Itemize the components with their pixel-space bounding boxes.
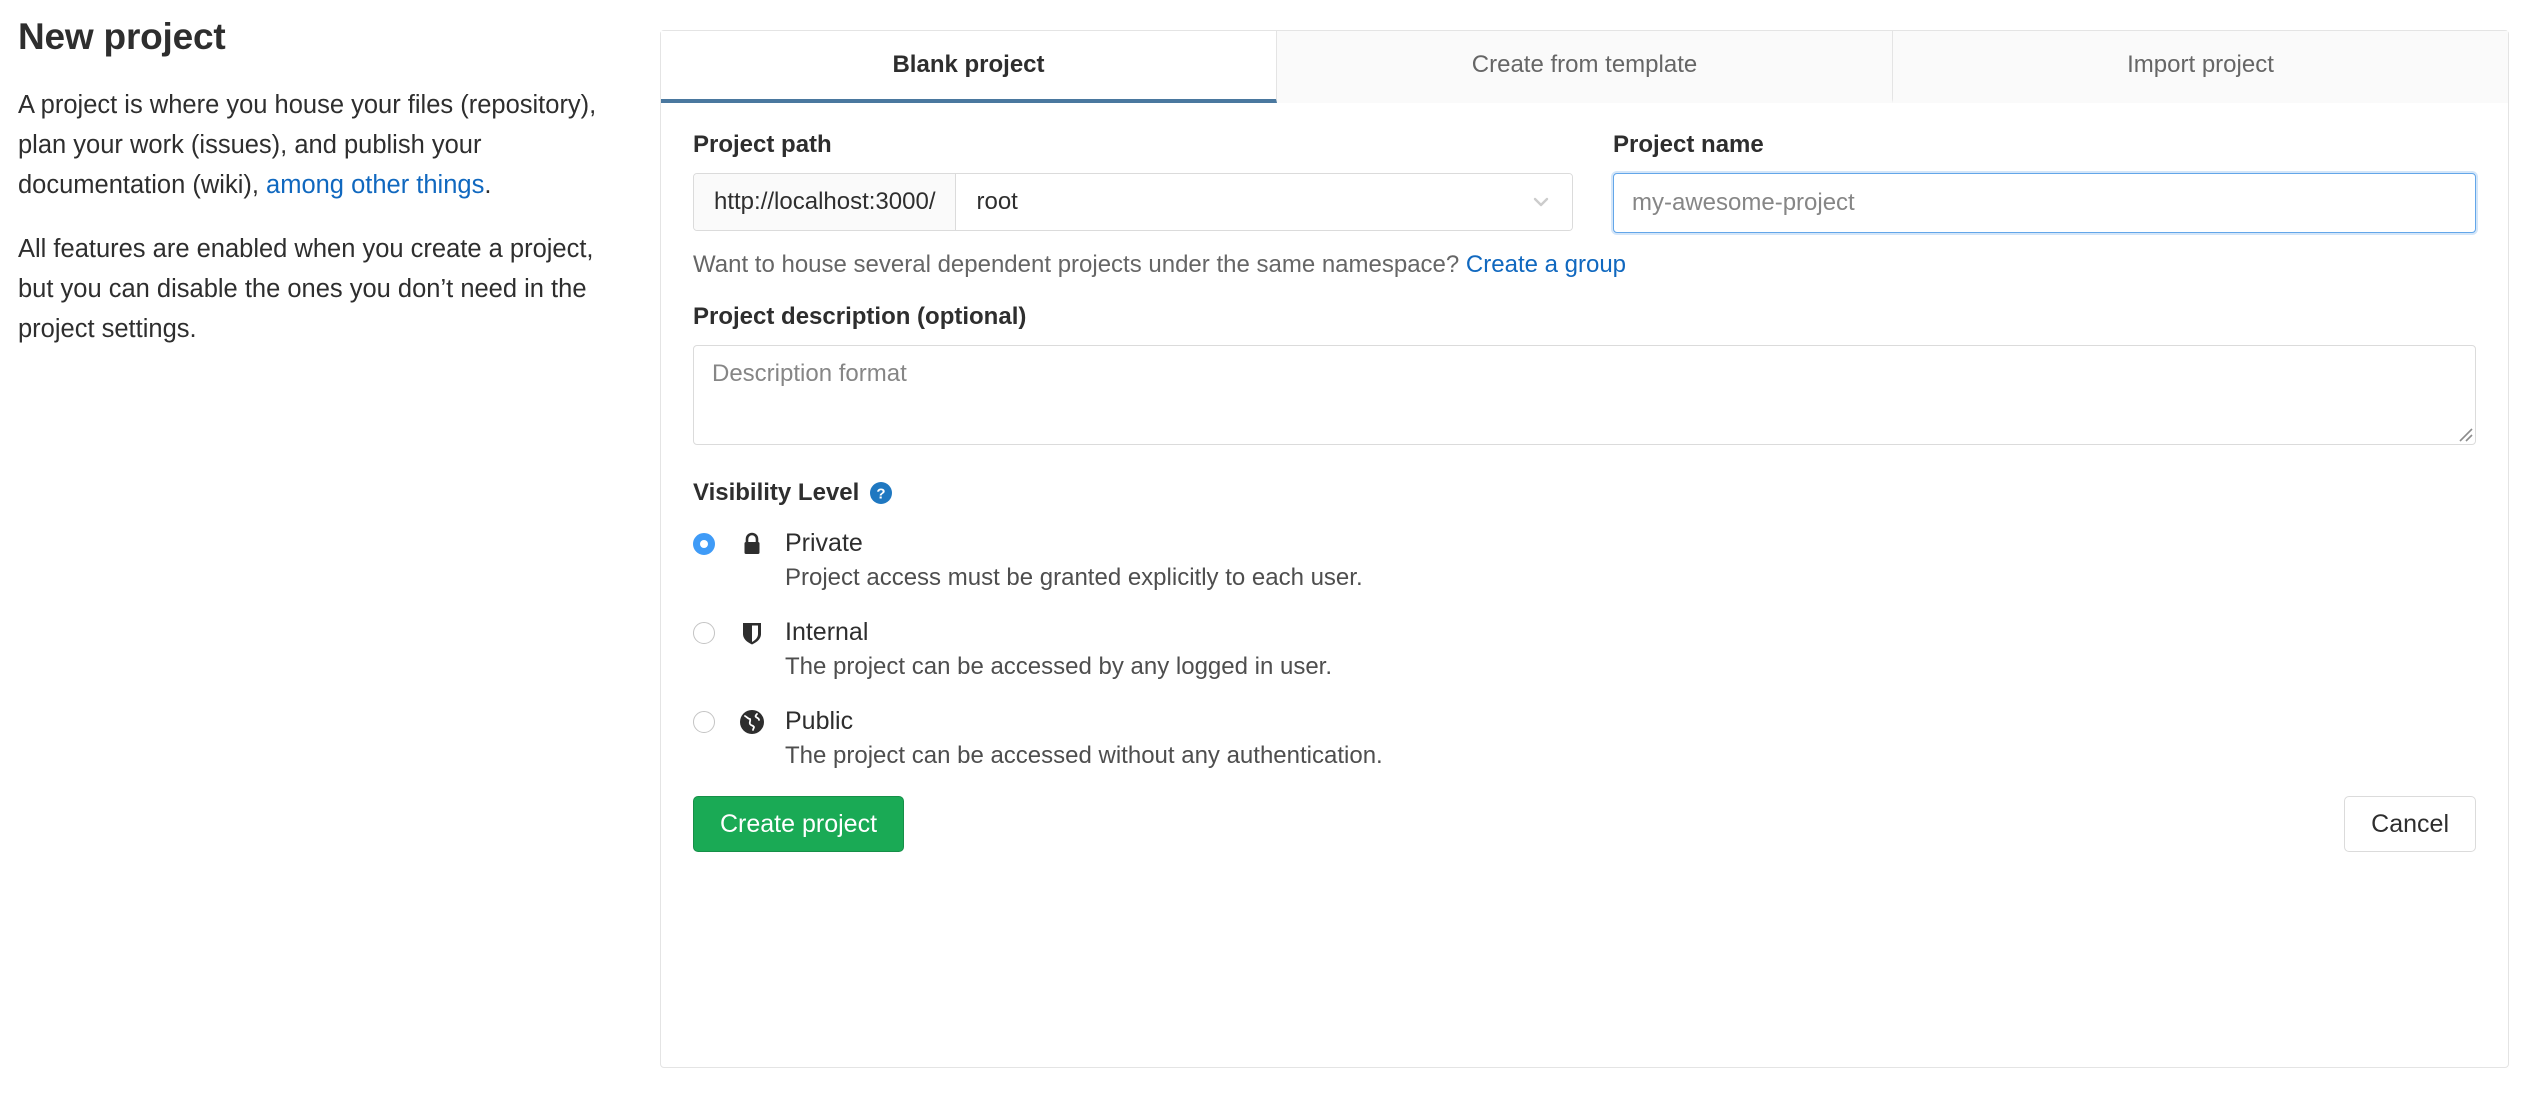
tab-blank-project[interactable]: Blank project [661, 31, 1277, 103]
project-description-label: Project description (optional) [693, 303, 1027, 330]
globe-icon [739, 709, 765, 735]
visibility-option-public-head: Public [693, 707, 2476, 736]
visibility-option-internal-head: Internal [693, 618, 2476, 647]
new-project-page: New project A project is where you house… [0, 0, 2532, 1106]
create-project-button[interactable]: Create project [693, 796, 905, 852]
svg-text:?: ? [877, 486, 886, 503]
project-name-label: Project name [1613, 131, 1764, 158]
intro-paragraph-1-period: . [484, 171, 492, 200]
among-other-things-link[interactable]: among other things [266, 171, 484, 199]
namespace-select[interactable]: root [956, 174, 1572, 230]
project-description-area [693, 345, 2476, 445]
new-project-panel: Blank project Create from template Impor… [660, 30, 2509, 1068]
visibility-option-private-name: Private [785, 529, 863, 557]
shield-icon [739, 620, 765, 646]
intro-paragraph-1: A project is where you house your files … [18, 85, 618, 205]
project-name-input[interactable] [1613, 173, 2476, 233]
project-name-group: Project name [1613, 131, 2476, 233]
visibility-option-private-description: Project access must be granted explicitl… [785, 564, 1363, 591]
intro-paragraph-2: All features are enabled when you create… [18, 235, 594, 344]
visibility-option-public-description: The project can be accessed without any … [785, 742, 1383, 769]
project-path-control: http://localhost:3000/ root [693, 173, 1573, 231]
page-title: New project [18, 16, 226, 57]
project-path-group: Project path http://localhost:3000/ root [693, 131, 1573, 233]
project-description-textarea[interactable] [693, 345, 2476, 445]
radio-private[interactable] [693, 532, 715, 555]
visibility-option-internal-description: The project can be accessed by any logge… [785, 653, 1333, 680]
visibility-option-internal-name: Internal [785, 618, 869, 646]
visibility-option-public[interactable]: Public The project can be accessed witho… [693, 707, 2476, 770]
visibility-option-public-name: Public [785, 707, 854, 735]
visibility-option-internal[interactable]: Internal The project can be accessed by … [693, 618, 2476, 681]
create-a-group-link[interactable]: Create a group [1466, 251, 1626, 278]
project-path-prefix: http://localhost:3000/ [694, 174, 957, 230]
intro-column: New project A project is where you house… [18, 14, 618, 373]
form-actions: Create project Cancel [693, 796, 2476, 852]
namespace-hint-text: Want to house several dependent projects… [693, 251, 1466, 278]
visibility-level-label: Visibility Level [693, 479, 860, 506]
tab-import-project[interactable]: Import project [1893, 31, 2508, 103]
path-and-name-row: Project path http://localhost:3000/ root [693, 131, 2476, 233]
namespace-hint: Want to house several dependent projects… [693, 251, 2476, 279]
radio-public[interactable] [693, 710, 715, 733]
visibility-options: Private Project access must be granted e… [693, 529, 2476, 770]
chevron-down-icon [1530, 191, 1552, 213]
question-circle-icon[interactable]: ? [869, 481, 893, 505]
cancel-button[interactable]: Cancel [2344, 796, 2476, 852]
namespace-select-value: root [976, 188, 1018, 215]
radio-internal[interactable] [693, 621, 715, 644]
visibility-option-private-head: Private [693, 529, 2476, 558]
blank-project-form: Project path http://localhost:3000/ root [661, 103, 2508, 852]
tab-create-from-template[interactable]: Create from template [1277, 31, 1893, 103]
project-type-tabs: Blank project Create from template Impor… [661, 31, 2508, 103]
visibility-level-title: Visibility Level ? [693, 479, 2476, 507]
project-path-label: Project path [693, 131, 832, 158]
visibility-option-private[interactable]: Private Project access must be granted e… [693, 529, 2476, 592]
lock-icon [739, 531, 765, 557]
